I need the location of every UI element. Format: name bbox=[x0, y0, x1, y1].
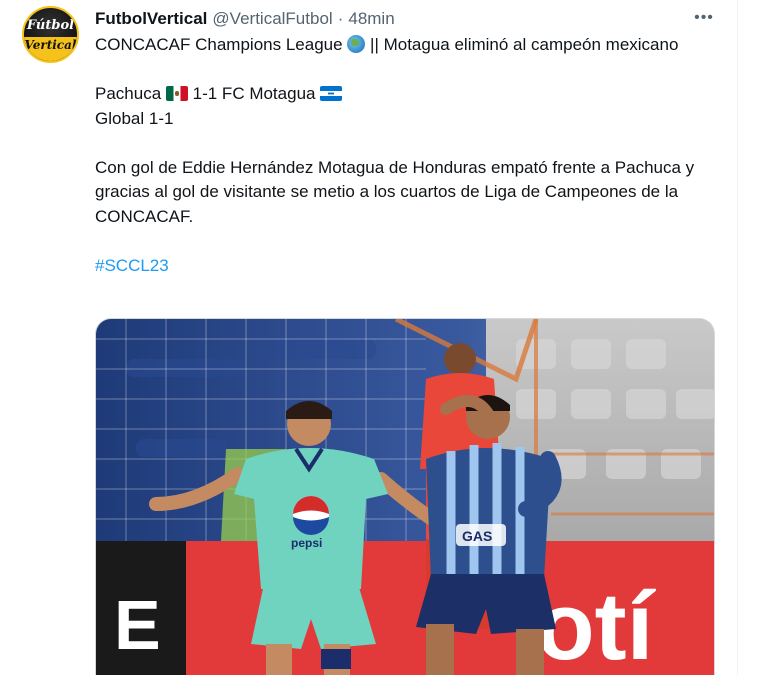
hashtag-link[interactable]: #SCCL23 bbox=[95, 256, 169, 275]
more-options-icon[interactable]: ••• bbox=[692, 6, 716, 30]
tweet-timestamp[interactable]: 48min bbox=[348, 9, 394, 29]
avatar-text-line1: Fútbol bbox=[26, 18, 75, 33]
header-separator: · bbox=[337, 9, 344, 28]
author-avatar[interactable]: Fútbol Vertical bbox=[22, 6, 79, 63]
score-team1: Pachuca bbox=[95, 84, 162, 103]
tweet-line-global: Global 1-1 bbox=[95, 108, 174, 128]
globe-americas-icon bbox=[347, 35, 366, 53]
shirt-sponsor-text: pepsi bbox=[291, 536, 322, 550]
author-handle[interactable]: @VerticalFutbol bbox=[212, 9, 332, 29]
score-result: 1-1 FC Motagua bbox=[192, 84, 316, 103]
shirt-sponsor-gas: GAS bbox=[462, 528, 492, 544]
avatar-text-line2: Vertical bbox=[24, 38, 77, 52]
tweet-line-score: Pachuca 1-1 FC Motagua bbox=[95, 82, 715, 107]
tweet-paragraph: Con gol de Eddie Hernández Motagua de Ho… bbox=[95, 157, 695, 226]
author-name[interactable]: FutbolVertical bbox=[95, 9, 207, 29]
headline-rest: || Motagua eliminó al campeón mexicano bbox=[370, 35, 679, 54]
board-letter: E bbox=[114, 586, 161, 664]
tweet-photo[interactable]: E otí pepsi GAS bbox=[95, 318, 715, 675]
match-photo-illustration: E otí pepsi GAS bbox=[96, 319, 714, 675]
tweet-header: FutbolVertical @VerticalFutbol · 48min bbox=[95, 8, 395, 30]
tweet-card[interactable]: Fútbol Vertical FutbolVertical @Vertical… bbox=[0, 0, 738, 675]
mexico-flag-icon bbox=[165, 86, 188, 101]
tweet-text: CONCACAF Champions League || Motagua eli… bbox=[95, 33, 715, 278]
headline-competition: CONCACAF Champions League bbox=[95, 35, 343, 54]
honduras-flag-icon bbox=[320, 86, 343, 101]
tweet-line-headline: CONCACAF Champions League || Motagua eli… bbox=[95, 33, 715, 58]
